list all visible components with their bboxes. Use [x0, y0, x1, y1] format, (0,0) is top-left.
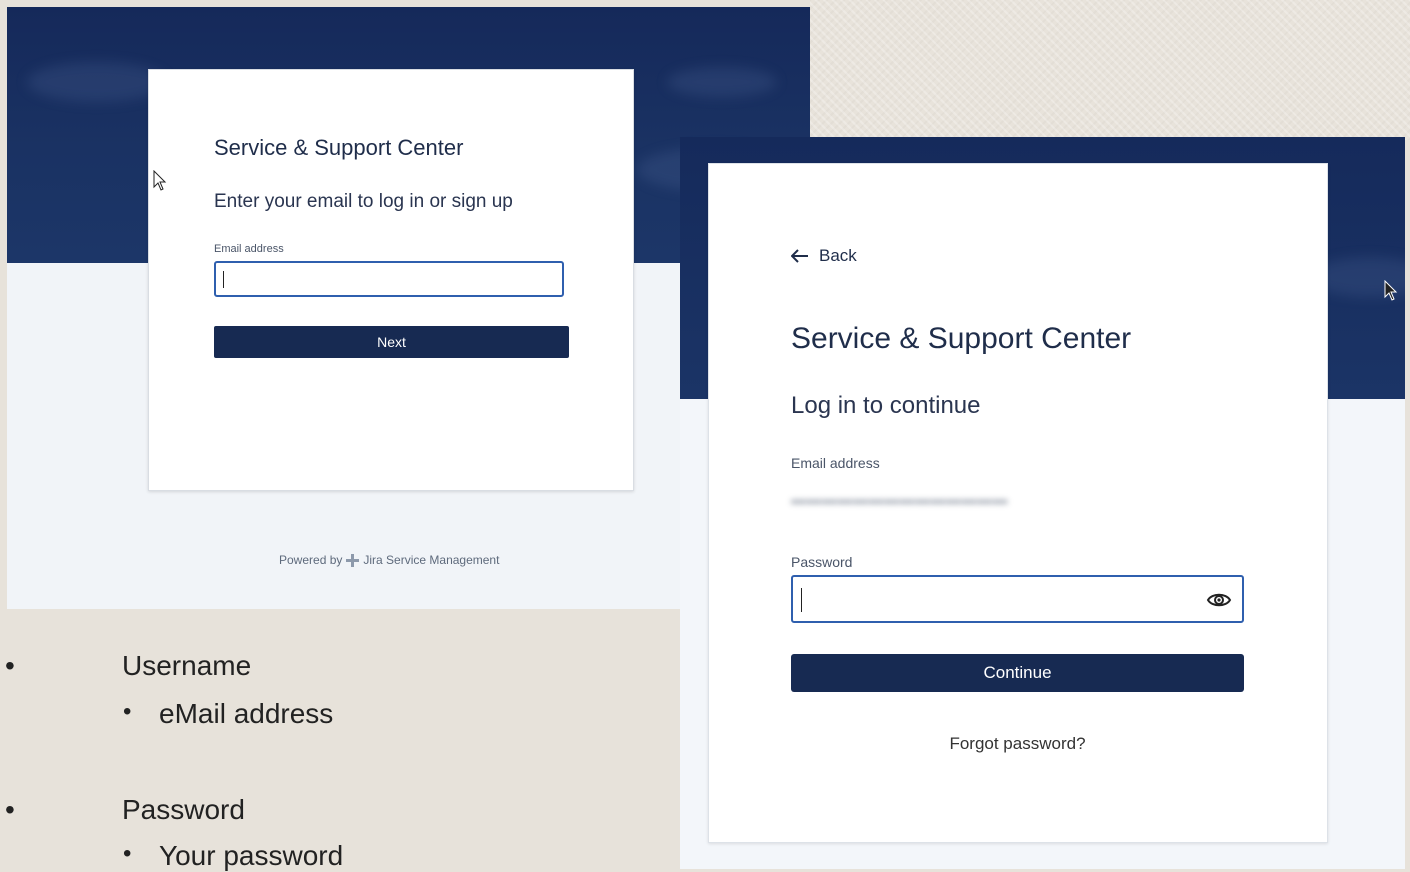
page-title: Service & Support Center — [791, 322, 1132, 355]
mouse-pointer-icon — [153, 170, 167, 191]
page-title: Service & Support Center — [214, 135, 464, 160]
bullet-sub: eMail address — [159, 698, 334, 729]
next-button[interactable]: Next — [214, 326, 569, 358]
powered-by-brand: Jira Service Management — [363, 553, 500, 567]
email-label: Email address — [214, 243, 284, 255]
bullet-item: • Username — [5, 650, 252, 682]
password-label: Password — [791, 554, 853, 570]
decorative-background-pattern — [810, 0, 1410, 140]
bullet-title: Password — [122, 794, 245, 825]
sub-bullet-item: • eMail address — [123, 698, 334, 730]
page-subtitle: Log in to continue — [791, 392, 981, 419]
back-link[interactable]: Back — [791, 246, 857, 266]
email-input[interactable] — [214, 261, 564, 297]
arrow-left-icon — [791, 249, 808, 263]
password-input[interactable] — [791, 575, 1244, 623]
bullet-icon: • — [123, 698, 132, 725]
bullet-title: Username — [122, 650, 252, 681]
continue-button[interactable]: Continue — [791, 654, 1244, 692]
back-label: Back — [819, 246, 857, 265]
text-caret — [223, 271, 224, 288]
login-card: Service & Support Center Enter your emai… — [148, 69, 634, 491]
forgot-password-link[interactable]: Forgot password? — [791, 734, 1244, 754]
mouse-pointer-icon — [1384, 280, 1398, 301]
bullet-icon: • — [123, 840, 132, 867]
bullet-sub: Your password — [159, 840, 344, 871]
sub-bullet-item: • Your password — [123, 840, 344, 872]
text-caret — [801, 588, 802, 612]
eye-icon[interactable] — [1206, 589, 1232, 611]
powered-by-label: Powered by — [279, 553, 343, 567]
screenshot-password-step: Back Service & Support Center Log in to … — [680, 137, 1405, 869]
email-label: Email address — [791, 455, 880, 471]
email-value-redacted: ▬▬▬▬▬▬▬▬▬▬▬▬▬▬ — [791, 491, 1008, 508]
jira-logo-icon — [346, 553, 360, 567]
powered-by-footer: Powered by Jira Service Management — [279, 553, 499, 567]
page-subtitle: Enter your email to log in or sign up — [214, 191, 513, 212]
bullet-list: • Username • eMail address • Password • … — [0, 640, 680, 872]
login-card: Back Service & Support Center Log in to … — [708, 163, 1328, 843]
bullet-icon: • — [5, 650, 15, 681]
bullet-item: • Password — [5, 794, 245, 826]
bullet-icon: • — [5, 794, 15, 825]
